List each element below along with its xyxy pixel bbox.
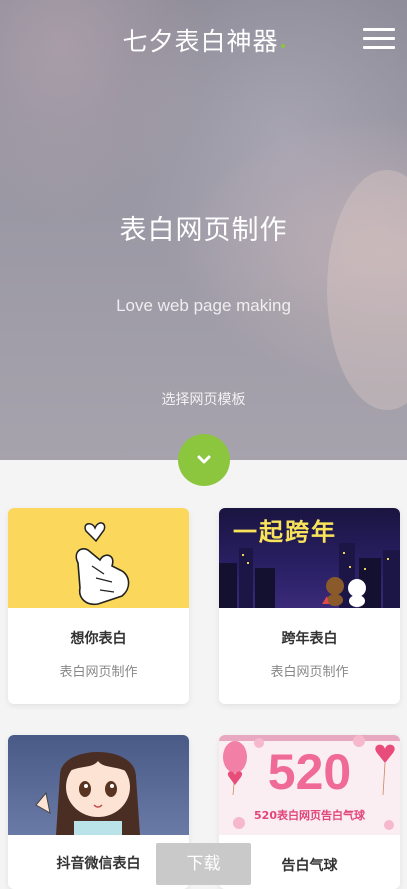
thumbnail-520-text: 520 (267, 744, 352, 800)
thumbnail-caption: 一起跨年 (233, 518, 337, 546)
app-title: 七夕表白神器 (0, 22, 407, 58)
finger-heart-icon (75, 522, 130, 606)
template-subtitle: 表白网页制作 (270, 665, 349, 680)
template-thumbnail-3 (8, 735, 189, 835)
template-thumbnail-1 (8, 508, 189, 608)
template-title: 跨年表白 (281, 631, 338, 647)
template-card-2[interactable]: 一起跨年 跨年表白 表白网页制作 (219, 508, 400, 704)
template-card-1[interactable]: 想你表白 表白网页制作 (8, 508, 189, 704)
chevron-down-icon (197, 455, 211, 464)
choose-template-label[interactable]: 选择网页模板 (0, 389, 407, 409)
template-subtitle: 表白网页制作 (59, 665, 138, 680)
template-thumbnail-4: 520 520表白网页告白气球 (219, 735, 400, 835)
title-dot (280, 44, 285, 48)
template-thumbnail-2: 一起跨年 (219, 508, 400, 608)
hero-subheading: Love web page making (116, 296, 291, 315)
anime-girl-icon (35, 752, 140, 835)
template-title: 想你表白 (70, 631, 127, 647)
hamburger-menu-icon[interactable] (363, 28, 395, 50)
download-button[interactable]: 下载 (156, 843, 251, 885)
hero-heading: 表白网页制作 (119, 215, 288, 246)
scroll-down-button[interactable] (178, 434, 230, 486)
thumbnail-caption: 520表白网页告白气球 (254, 809, 365, 822)
